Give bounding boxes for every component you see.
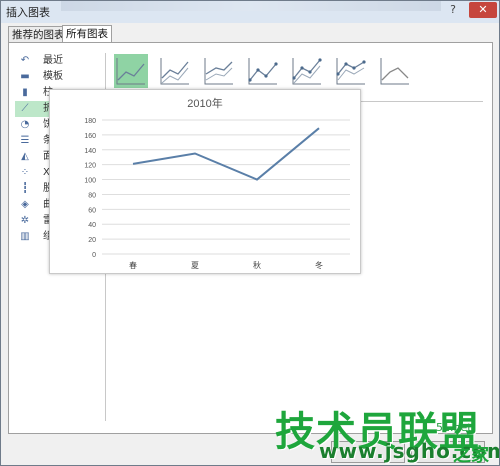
line-thumbnail-icon xyxy=(160,58,189,85)
line-thumbnail-icon xyxy=(292,58,322,85)
combo-chart-icon: ▥ xyxy=(20,231,30,242)
y-tick-label: 180 xyxy=(84,118,96,125)
stacked-line-subtype[interactable] xyxy=(158,54,192,88)
folder-icon: ▬ xyxy=(20,71,30,82)
title-bar: 插入图表 ? ✕ xyxy=(1,1,499,23)
sidebar-item-1[interactable]: ▬ 模板 xyxy=(15,69,95,85)
sidebar-item-label: 模板 xyxy=(43,71,63,82)
stacked-line-markers-subtype[interactable] xyxy=(290,54,324,88)
x-tick-label: 夏 xyxy=(191,261,199,270)
3d-line-subtype[interactable] xyxy=(378,54,412,88)
area-chart-icon: ◭ xyxy=(21,151,29,162)
undo-icon: ↶ xyxy=(20,55,30,66)
y-tick-label: 100 xyxy=(84,178,96,185)
tab-all-charts[interactable]: 所有图表 xyxy=(62,25,112,43)
y-tick-label: 160 xyxy=(84,133,96,140)
x-tick-label: 秋 xyxy=(253,260,261,270)
sidebar-item-0[interactable]: ↶ 最近 xyxy=(15,53,95,69)
column-chart-icon: ▮ xyxy=(22,87,28,98)
y-tick-label: 60 xyxy=(88,207,96,214)
percent-stacked-line-markers-subtype[interactable] xyxy=(334,54,368,88)
y-tick-label: 120 xyxy=(84,163,96,170)
series-line xyxy=(132,127,320,181)
x-tick-label: 春 xyxy=(129,260,137,270)
radar-chart-icon: ✲ xyxy=(20,215,30,226)
line-chart-icon: ⟋ xyxy=(21,103,29,114)
x-tick-label: 冬 xyxy=(315,260,323,270)
pie-chart-icon: ◔ xyxy=(20,119,30,130)
tab-recommended-charts[interactable]: 推荐的图表 xyxy=(8,26,69,42)
percent-stacked-line-subtype[interactable] xyxy=(202,54,236,88)
line-thumbnail-icon xyxy=(336,58,366,85)
sidebar-item-label: 最近 xyxy=(43,55,63,66)
y-tick-label: 40 xyxy=(88,222,96,229)
watermark-side: 51.net xyxy=(436,421,472,434)
line-thumbnail-icon xyxy=(204,58,233,85)
dialog-title: 插入图表 xyxy=(6,6,50,19)
insert-chart-dialog: 插入图表 ? ✕ 推荐的图表 所有图表 ↶ 最近 ▬ 模板 ▮ 柱 ⟋ 折 ◔ 饼 ☰ 条 ◭ 面 ⁘ X ┇ 股… xyxy=(0,0,500,466)
y-tick-label: 140 xyxy=(84,148,96,155)
line-subtype[interactable] xyxy=(114,54,148,88)
line-chart: 2010年 0 20 40 60 80 100 120 140 160 180 春 夏 秋 冬 xyxy=(84,96,350,270)
line-thumbnail-icon xyxy=(380,58,409,85)
line-thumbnail-icon xyxy=(116,58,145,85)
chart-title: 2010年 xyxy=(187,96,222,110)
watermark-tail: 之家 xyxy=(453,445,489,466)
scatter-chart-icon: ⁘ xyxy=(20,167,30,178)
y-tick-label: 0 xyxy=(92,252,96,259)
line-thumbnail-icon xyxy=(248,58,278,85)
surface-chart-icon: ◈ xyxy=(21,199,29,210)
close-button[interactable]: ✕ xyxy=(469,2,497,18)
chart-preview[interactable]: 2010年 0 20 40 60 80 100 120 140 160 180 春 夏 秋 冬 xyxy=(49,89,361,274)
background-ribbon xyxy=(61,1,441,11)
stock-chart-icon: ┇ xyxy=(21,183,29,194)
help-button[interactable]: ? xyxy=(443,2,463,18)
y-tick-label: 80 xyxy=(88,192,96,199)
line-markers-subtype[interactable] xyxy=(246,54,280,88)
bar-chart-icon: ☰ xyxy=(20,135,30,146)
subtype-divider xyxy=(341,101,483,102)
y-tick-label: 20 xyxy=(88,237,96,244)
